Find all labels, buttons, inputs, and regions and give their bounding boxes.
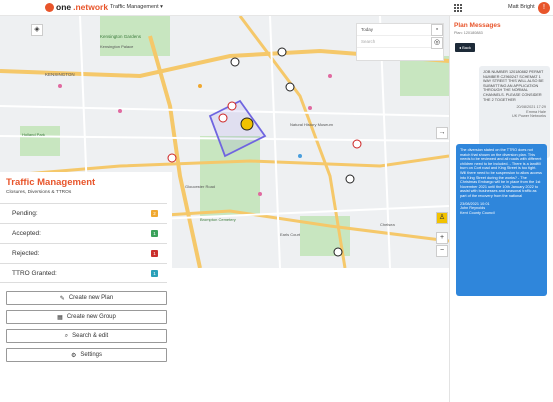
user-alert-badge[interactable]: ! (538, 2, 550, 14)
user-name[interactable]: Matt Bright (508, 4, 535, 10)
message-org: UK Power Networks (512, 114, 546, 119)
pencil-icon: ✎ (59, 295, 65, 302)
map-label: Gloucester Road (185, 184, 215, 189)
map-label: Natural History Museum (290, 122, 334, 127)
search-icon: ⌕ (64, 332, 69, 339)
panel-subtitle: Closures, Diversions & TTROs (6, 190, 72, 195)
map-label: Holland Park (22, 132, 45, 137)
back-button[interactable]: ◂ Back (455, 43, 476, 52)
layers-icon[interactable]: ◈ (31, 24, 43, 36)
map-label: Kensington Palace (100, 44, 134, 49)
event-marker-icon[interactable] (230, 57, 240, 67)
message-text: JOB NUMBER 120180882 PERMIT NUMBER CZ960… (483, 70, 544, 102)
top-bar: one .network Traffic Management ▾ Matt Br… (0, 0, 553, 16)
stat-ttro-granted[interactable]: TTRO Granted: 1 (0, 263, 167, 283)
street-view-icon[interactable]: ♙ (436, 212, 448, 224)
event-marker-icon[interactable] (345, 174, 355, 184)
plan-number: Plan: 120180883 (454, 31, 483, 35)
outgoing-message: The diversion stated on the TTRO does no… (456, 144, 547, 296)
panel-title: Traffic Management (6, 177, 96, 188)
zoom-out-button[interactable]: − (436, 245, 448, 257)
closure-marker-icon[interactable] (218, 113, 228, 123)
settings-button[interactable]: ⚙ Settings (6, 348, 167, 362)
event-marker-icon[interactable] (333, 247, 343, 257)
map-label: KENSINGTON (45, 72, 75, 77)
event-marker-icon[interactable] (277, 47, 287, 57)
brand-suffix: .network (73, 2, 109, 12)
plan-messages-panel: Plan Messages Plan: 120180883 ◂ Back JOB… (449, 16, 553, 402)
stat-label: Pending: (12, 210, 38, 217)
gear-icon: ⚙ (70, 352, 77, 359)
stat-count-badge: 1 (151, 270, 158, 277)
stat-label: TTRO Granted: (12, 270, 57, 277)
zoom-in-button[interactable]: + (436, 232, 448, 244)
traffic-management-panel: Traffic Management Closures, Diversions … (0, 172, 172, 402)
message-org: Kent County Council (460, 210, 495, 215)
traffic-management-menu[interactable]: Traffic Management ▾ (110, 4, 163, 10)
button-label: Create new Group (66, 314, 116, 320)
button-label: Search & edit (72, 333, 109, 339)
closure-marker-icon[interactable] (227, 101, 237, 111)
stat-count-badge: 1 (151, 250, 158, 257)
search-edit-button[interactable]: ⌕ Search & edit (6, 329, 167, 343)
brand-logo[interactable]: one .network (45, 2, 108, 12)
collapse-arrow-icon[interactable]: → (436, 127, 448, 139)
calendar-icon[interactable]: ▫ (431, 24, 443, 36)
closure-marker-icon[interactable] (167, 153, 177, 163)
stat-accepted[interactable]: Accepted: 1 (0, 223, 167, 243)
stat-count-badge: 1 (151, 230, 158, 237)
create-group-button[interactable]: ▦ Create new Group (6, 310, 167, 324)
stat-label: Accepted: (12, 230, 41, 237)
group-icon: ▦ (57, 314, 63, 321)
back-label: Back (462, 45, 472, 50)
stat-rejected[interactable]: Rejected: 1 (0, 243, 167, 263)
stat-pending[interactable]: Pending: 2 (0, 203, 167, 223)
brand-prefix: one (56, 2, 72, 12)
event-marker-icon[interactable] (285, 82, 295, 92)
button-label: Create new Plan (68, 295, 114, 301)
closure-marker-icon[interactable] (352, 139, 362, 149)
map-label: Kensington Gardens (100, 34, 142, 39)
message-text: The diversion stated on the TTRO does no… (460, 148, 542, 198)
locate-icon[interactable]: ◎ (431, 37, 443, 49)
park-area (20, 126, 60, 156)
plan-messages-title: Plan Messages (454, 22, 501, 29)
create-plan-button[interactable]: ✎ Create new Plan (6, 291, 167, 305)
stat-count-badge: 2 (151, 210, 158, 217)
map-label: Earls Court (280, 232, 301, 237)
map-label: Chelsea (380, 222, 395, 227)
map-label: Brompton Cemetery (200, 217, 236, 222)
roadworks-marker-icon[interactable] (240, 117, 254, 131)
app-grid-icon[interactable] (454, 4, 462, 12)
button-label: Settings (80, 352, 103, 358)
brand-mark-icon (45, 2, 54, 12)
stat-label: Rejected: (12, 250, 40, 257)
